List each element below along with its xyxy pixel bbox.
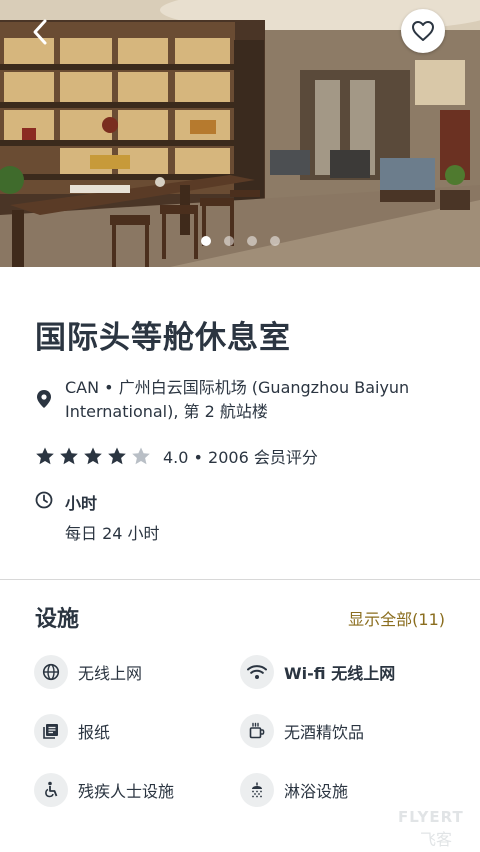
carousel-indicator (0, 236, 480, 246)
facility-label: 淋浴设施 (284, 782, 349, 801)
hours-label: 小时 (65, 494, 98, 513)
section-divider (0, 579, 480, 580)
rating-text: 4.0 • 2006 会员评分 (163, 448, 318, 467)
facility-item-internet: 无线上网 (34, 655, 142, 689)
carousel-dot[interactable] (223, 236, 234, 246)
shower-icon (240, 773, 274, 807)
heart-outline-icon (412, 21, 434, 41)
watermark-text: FLYERT (398, 808, 464, 826)
back-button[interactable] (22, 14, 58, 50)
facility-item-accessible: 残疾人士设施 (34, 773, 174, 807)
facility-label: 无线上网 (78, 664, 143, 683)
newspaper-icon (34, 714, 68, 748)
carousel-dot[interactable] (200, 236, 211, 246)
facility-item-newspaper: 报纸 (34, 714, 110, 748)
show-all-facilities-link[interactable]: 显示全部(11) (348, 606, 445, 630)
facility-item-soft-drinks: 无酒精饮品 (240, 714, 364, 748)
hours-value: 每日 24 小时 (65, 524, 160, 543)
location-pin-icon (33, 388, 55, 410)
facility-label: 残疾人士设施 (78, 782, 175, 801)
rating-row: 4.0 • 2006 会员评分 (35, 444, 318, 468)
chevron-left-icon (33, 19, 47, 45)
star-filled-icon (60, 447, 78, 465)
coffee-cup-icon (240, 714, 274, 748)
star-filled-icon (108, 447, 126, 465)
facility-item-wifi: Wi-fi 无线上网 (240, 655, 395, 689)
star-filled-icon (36, 447, 54, 465)
clock-icon (33, 489, 55, 511)
hero-image[interactable] (0, 0, 480, 267)
facility-label: 无酒精饮品 (284, 723, 365, 742)
wifi-icon (240, 655, 274, 689)
accessible-icon (34, 773, 68, 807)
star-empty-icon (132, 447, 150, 465)
facility-label: 报纸 (78, 723, 111, 742)
facility-item-shower: 淋浴设施 (240, 773, 348, 807)
globe-icon (34, 655, 68, 689)
watermark-text: 飞客 (420, 830, 453, 849)
facility-label: Wi-fi 无线上网 (284, 664, 396, 683)
carousel-dot[interactable] (246, 236, 257, 246)
favorite-button[interactable] (401, 9, 445, 53)
carousel-dot[interactable] (269, 236, 280, 246)
star-filled-icon (84, 447, 102, 465)
lounge-title: 国际头等舱休息室 (35, 320, 291, 356)
lounge-location: CAN • 广州白云国际机场 (Guangzhou Baiyun Interna… (65, 378, 410, 421)
facilities-title: 设施 (35, 607, 80, 632)
